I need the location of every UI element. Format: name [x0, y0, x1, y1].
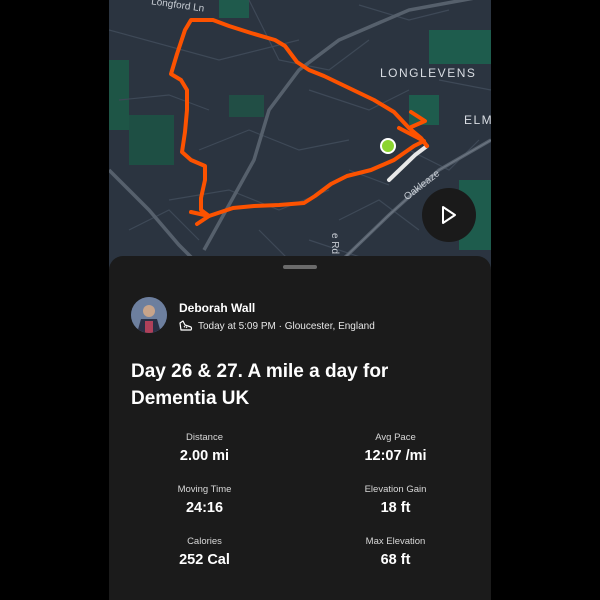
stat-label: Avg Pace [375, 432, 416, 443]
area-label-longlevens: LONGLEVENS [380, 66, 477, 80]
stat-label: Moving Time [177, 484, 232, 495]
park-area [229, 95, 264, 117]
activity-details-sheet: Deborah Wall Today at 5:09 PM · Gloucest… [109, 256, 491, 600]
stats-grid: Distance 2.00 mi Avg Pace 12:07 /mi Movi… [109, 432, 491, 576]
stat-value: 68 ft [380, 552, 411, 568]
stat-label: Distance [186, 432, 223, 443]
stat-calories: Calories 252 Cal [109, 536, 300, 576]
stat-moving-time: Moving Time 24:16 [109, 484, 300, 524]
stat-label: Elevation Gain [364, 484, 427, 495]
shoe-icon [179, 320, 193, 331]
stat-value: 252 Cal [179, 552, 230, 568]
street-label-road: e Rd [329, 232, 341, 255]
stat-distance: Distance 2.00 mi [109, 432, 300, 472]
stat-value: 2.00 mi [179, 448, 230, 464]
activity-meta-text: Today at 5:09 PM · Gloucester, England [198, 320, 375, 332]
park-area [109, 60, 129, 130]
stat-label: Calories [187, 536, 222, 547]
activity-route [169, 18, 429, 218]
play-flyover-button[interactable] [422, 188, 476, 242]
athlete-name[interactable]: Deborah Wall [179, 301, 255, 315]
activity-meta: Today at 5:09 PM · Gloucester, England [179, 320, 375, 332]
drag-handle[interactable] [283, 265, 317, 269]
stat-label: Max Elevation [365, 536, 426, 547]
stat-value: 24:16 [185, 500, 224, 516]
play-icon [442, 206, 456, 224]
athlete-avatar[interactable] [131, 297, 167, 333]
stat-value: 18 ft [380, 500, 411, 516]
start-marker [382, 140, 394, 152]
route-arrow-icon [189, 210, 211, 226]
route-map[interactable]: Longford Ln LONGLEVENS ELM Oakleaze e Rd [109, 0, 491, 270]
stat-max-elevation: Max Elevation 68 ft [300, 536, 491, 576]
stat-elevation-gain: Elevation Gain 18 ft [300, 484, 491, 524]
stat-avg-pace: Avg Pace 12:07 /mi [300, 432, 491, 472]
park-area [219, 0, 249, 18]
park-area [129, 115, 174, 165]
park-area [429, 30, 491, 64]
activity-screen: Longford Ln LONGLEVENS ELM Oakleaze e Rd… [109, 0, 491, 600]
avatar-image [131, 297, 167, 333]
area-label-elm: ELM [464, 113, 491, 127]
activity-title: Day 26 & 27. A mile a day for Dementia U… [131, 361, 389, 409]
stat-value: 12:07 /mi [364, 448, 427, 464]
